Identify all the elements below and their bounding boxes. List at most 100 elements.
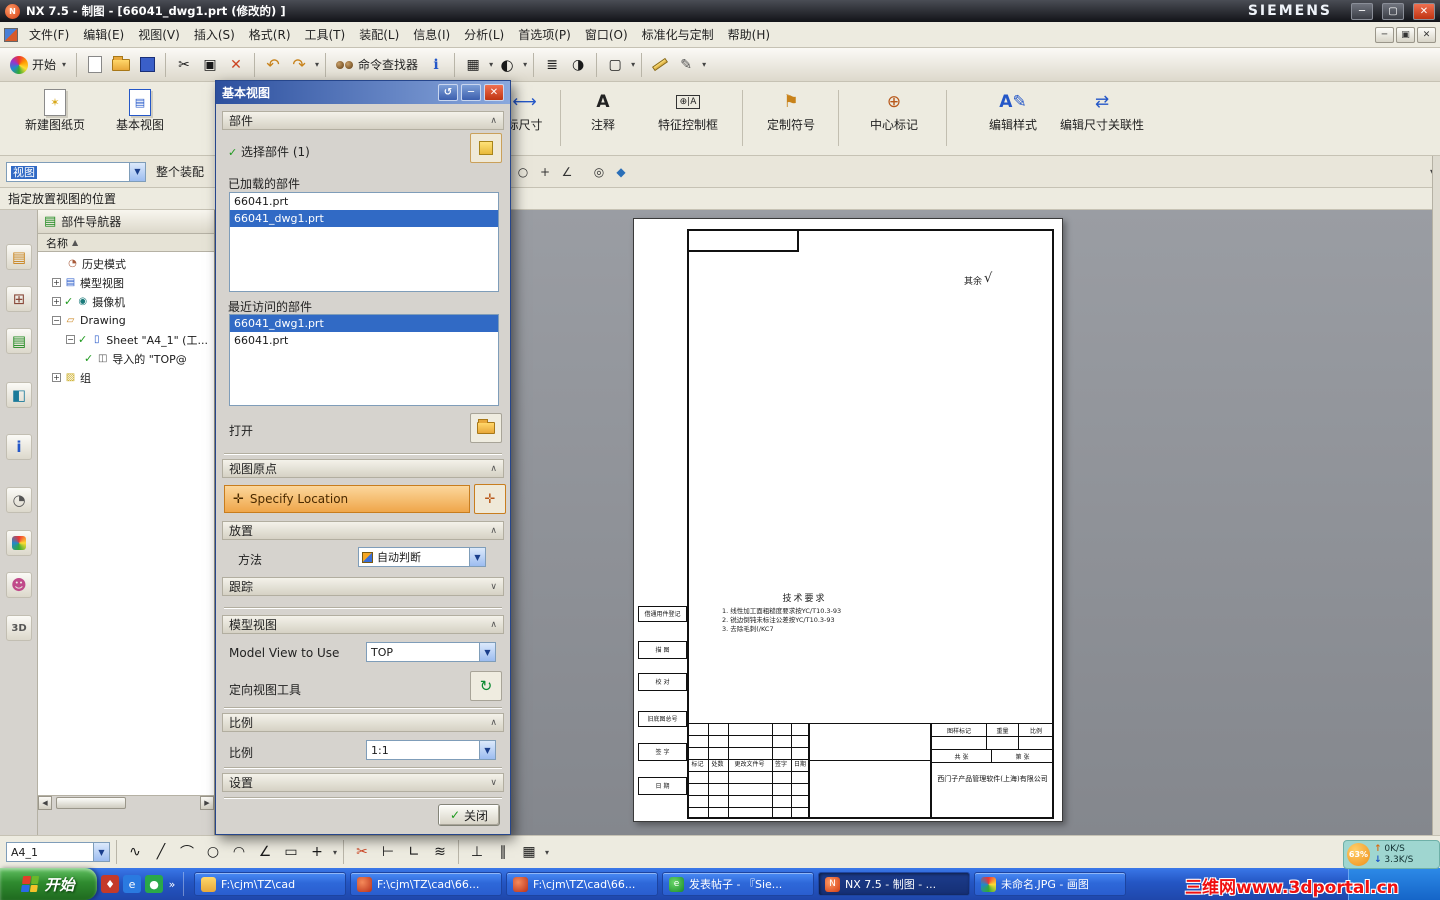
profile-icon[interactable]: ∿ (123, 840, 147, 864)
expand-icon[interactable]: + (52, 373, 61, 382)
constraint-navigator-icon[interactable]: ⊞ (6, 286, 32, 312)
tree-item-group[interactable]: + ▨ 组 (38, 368, 214, 387)
line-icon[interactable]: ╱ (149, 840, 173, 864)
list-item[interactable]: 66041.prt (230, 193, 498, 210)
maximize-button[interactable]: ▢ (1382, 2, 1404, 20)
task-nx-active[interactable]: N NX 7.5 - 制图 - ... (818, 872, 970, 896)
scale-combo[interactable]: 1:1 ▼ (366, 740, 496, 760)
fillet-icon[interactable]: ◠ (227, 840, 251, 864)
minimize-button[interactable]: ─ (1351, 2, 1373, 20)
measure-angle-icon[interactable]: ✎ (674, 53, 698, 77)
menu-information[interactable]: 信息(I) (406, 22, 457, 47)
select-part-button[interactable] (470, 133, 502, 163)
check-icon[interactable]: ✓ (84, 352, 93, 365)
quicklaunch-icon-1[interactable]: ♦ (101, 875, 119, 893)
chamfer-icon[interactable]: ∠ (253, 840, 277, 864)
list-item[interactable]: 66041.prt (230, 332, 498, 349)
new-sheet-button[interactable]: ✶ 新建图纸页 (14, 88, 96, 132)
menu-analysis[interactable]: 分析(L) (457, 22, 511, 47)
recent-parts-list[interactable]: 66041_dwg1.prt 66041.prt (229, 314, 499, 406)
specify-location-row[interactable]: ✛ Specify Location (224, 485, 470, 513)
menu-edit[interactable]: 编辑(E) (76, 22, 131, 47)
task-image-viewer-1[interactable]: F:\cjm\TZ\cad\66... (350, 872, 502, 896)
3d-input-icon[interactable]: 3D (6, 615, 32, 641)
section-view-origin[interactable]: 视图原点 ∧ (222, 459, 504, 478)
roles-icon[interactable]: ☻ (6, 572, 32, 598)
menu-format[interactable]: 格式(R) (242, 22, 298, 47)
menu-assemblies[interactable]: 装配(L) (352, 22, 406, 47)
expand-icon[interactable]: + (52, 297, 61, 306)
task-folder-cad[interactable]: F:\cjm\TZ\cad (194, 872, 346, 896)
arc-icon[interactable]: ⌒ (175, 840, 199, 864)
mdi-close-button[interactable]: ✕ (1417, 26, 1436, 43)
start-menu-button[interactable]: 开始 ▾ (6, 54, 70, 76)
mdi-minimize-button[interactable]: ─ (1375, 26, 1394, 43)
menu-preferences[interactable]: 首选项(P) (511, 22, 578, 47)
edit-dimension-assoc-button[interactable]: ⇄ 编辑尺寸关联性 (1058, 88, 1146, 132)
menu-view[interactable]: 视图(V) (131, 22, 187, 47)
horizontal-scrollbar[interactable]: ◀ ▶ (38, 795, 214, 810)
specify-location-button[interactable]: ✛ (474, 484, 506, 514)
delete-icon[interactable]: ✕ (224, 53, 248, 77)
collapse-icon[interactable]: − (66, 335, 75, 344)
tree-item-cameras[interactable]: + ✓ ◉ 摄像机 (38, 292, 214, 311)
snap-quadrant-icon[interactable]: ○ (512, 161, 534, 183)
quicklaunch-icon-3[interactable]: ● (145, 875, 163, 893)
navigator-column-header[interactable]: 名称 ▲ (38, 234, 214, 252)
select-part-row[interactable]: ✓ 选择部件 (1) (228, 143, 310, 160)
tree-item-model-views[interactable]: + ▤ 模型视图 (38, 273, 214, 292)
info-icon[interactable]: i (424, 53, 448, 77)
network-speed-widget[interactable]: 63% ↑ 0K/S ↓ 3.3K/S (1343, 840, 1440, 869)
parallel-constraint-icon[interactable]: ∥ (491, 840, 515, 864)
collapse-icon[interactable]: − (52, 316, 61, 325)
menu-tools[interactable]: 工具(T) (298, 22, 353, 47)
hd3d-tools-icon[interactable]: i (6, 434, 32, 460)
offset-curve-icon[interactable]: ≋ (428, 840, 452, 864)
start-button[interactable]: 开始 (0, 868, 97, 900)
tree-item-sheet-a4[interactable]: − ✓ ▯ Sheet "A4_1" (工... (38, 330, 214, 349)
expand-icon[interactable]: + (52, 278, 61, 287)
check-icon[interactable]: ✓ (64, 295, 73, 308)
new-file-icon[interactable] (83, 53, 107, 77)
edit-style-button[interactable]: A✎ 编辑样式 (976, 88, 1050, 132)
measure-distance-icon[interactable] (648, 53, 672, 77)
base-view-button[interactable]: ▤ 基本视图 (100, 88, 180, 132)
task-paint[interactable]: 未命名.JPG - 画图 (974, 872, 1126, 896)
copy-icon[interactable]: ▣ (198, 53, 222, 77)
tree-item-drawing[interactable]: − ▱ Drawing (38, 311, 214, 330)
orient-view-tool-button[interactable]: ↻ (470, 671, 502, 701)
snap-point-on-curve-icon[interactable]: ∠ (556, 161, 578, 183)
group-placement[interactable]: 放置 ∧ (222, 521, 504, 540)
history-icon[interactable]: ◔ (6, 487, 32, 513)
reuse-library-icon[interactable]: ◧ (6, 382, 32, 408)
scroll-left-icon[interactable]: ◀ (38, 795, 52, 810)
make-corner-icon[interactable]: ∟ (402, 840, 426, 864)
save-icon[interactable] (135, 53, 159, 77)
custom-symbol-button[interactable]: ⚑ 定制符号 (752, 88, 830, 132)
command-finder-button[interactable]: 命令查找器 (332, 54, 422, 75)
show-hide-icon[interactable]: ◑ (566, 53, 590, 77)
snap-face-icon[interactable]: ◆ (610, 161, 632, 183)
point-icon[interactable]: + (305, 840, 329, 864)
layer-settings-icon[interactable]: ≣ (540, 53, 564, 77)
note-button[interactable]: A 注释 (572, 88, 634, 132)
scrollbar-thumb[interactable] (56, 796, 126, 809)
close-button[interactable]: ✕ (1413, 2, 1435, 20)
view-filter-combo[interactable]: 视图 ▼ (6, 161, 146, 182)
open-file-button[interactable] (470, 413, 502, 443)
list-item-selected[interactable]: 66041_dwg1.prt (230, 315, 498, 332)
loaded-parts-list[interactable]: 66041.prt 66041_dwg1.prt (229, 192, 499, 292)
section-model-view[interactable]: 模型视图 ∧ (222, 615, 504, 634)
sheet-combo[interactable]: A4_1 ▼ (6, 842, 110, 862)
feature-control-frame-button[interactable]: ⊕|A 特征控制框 (642, 88, 734, 132)
vertical-scrollbar[interactable] (1432, 156, 1440, 868)
list-item-selected[interactable]: 66041_dwg1.prt (230, 210, 498, 227)
check-icon[interactable]: ✓ (78, 333, 87, 346)
dialog-titlebar[interactable]: 基本视图 ↺ ─ ✕ (216, 81, 510, 104)
selection-scope-label[interactable]: 整个装配 (156, 163, 204, 180)
tree-item-imported-view[interactable]: ✓ ◫ 导入的 "TOP@ (38, 349, 214, 368)
menu-customize[interactable]: 标准化与定制 (635, 22, 721, 47)
section-settings[interactable]: 设置 ∨ (222, 773, 504, 792)
undo-icon[interactable]: ↶ (261, 53, 285, 77)
part-navigator-icon[interactable]: ▤ (6, 328, 32, 354)
